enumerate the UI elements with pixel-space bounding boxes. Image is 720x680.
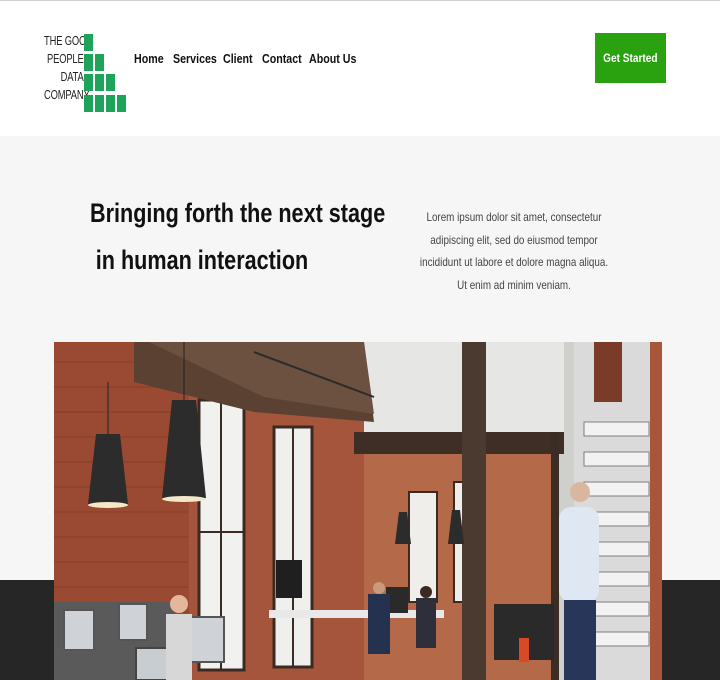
- logo-line-2: PEOPLE: [47, 51, 84, 66]
- headline-line-1: Bringing forth the next stage: [90, 198, 386, 228]
- nav-about-us[interactable]: About Us: [309, 48, 356, 70]
- logo-wordmark: THE GOOD PEOPLE DATA COMPANY: [44, 32, 93, 104]
- green-bar-blocks-icon: [84, 34, 128, 116]
- get-started-button[interactable]: Get Started: [595, 33, 666, 83]
- site-header: THE GOOD PEOPLE DATA COMPANY Home Servic…: [0, 1, 720, 136]
- hero-description: Lorem ipsum dolor sit amet, consectetur …: [419, 210, 609, 292]
- hero-headline: Bringing forth the next stage in human i…: [62, 190, 386, 284]
- office-photo: [54, 342, 662, 680]
- logo-line-3: DATA: [60, 69, 84, 84]
- company-logo[interactable]: THE GOOD PEOPLE DATA COMPANY: [44, 32, 128, 116]
- nav-client[interactable]: Client: [223, 48, 253, 70]
- nav-contact[interactable]: Contact: [262, 48, 302, 70]
- logo-line-1: THE GOOD: [44, 33, 93, 48]
- nav-services[interactable]: Services: [173, 48, 217, 70]
- nav-home[interactable]: Home: [134, 48, 164, 70]
- logo-line-4: COMPANY: [44, 87, 90, 102]
- headline-line-2: in human interaction: [95, 245, 309, 275]
